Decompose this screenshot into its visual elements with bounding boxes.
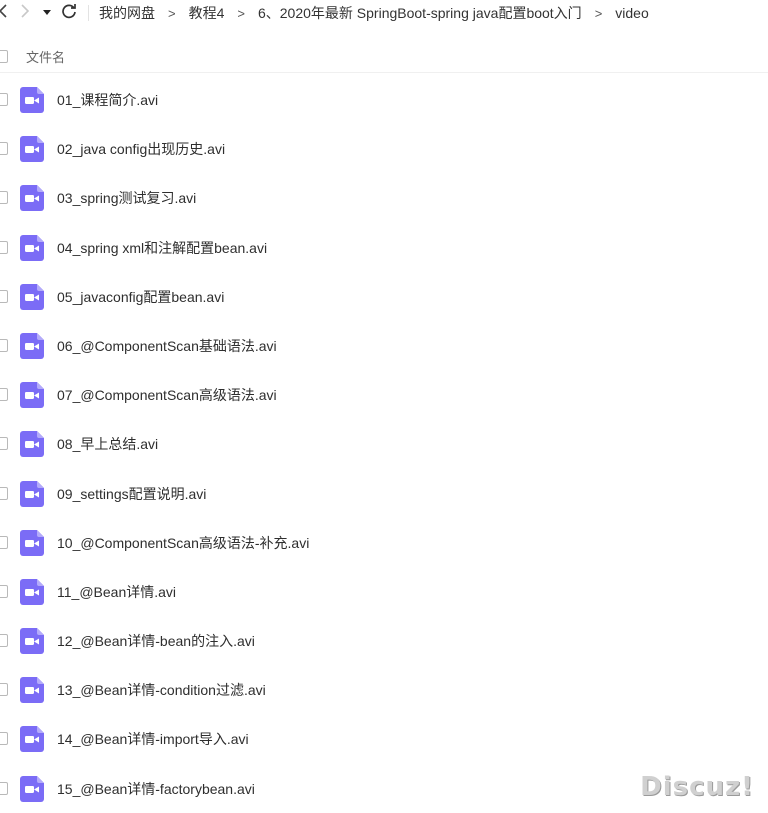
file-row[interactable]: 08_早上总结.avi [0,419,768,468]
video-file-icon [20,332,44,359]
video-file-icon [20,628,44,655]
file-checkbox[interactable] [0,683,8,697]
refresh-button[interactable] [56,0,82,26]
file-name[interactable]: 09_settings配置说明.avi [57,484,206,504]
file-row[interactable]: 13_@Bean详情-condition过滤.avi [0,665,768,714]
video-file-icon [20,726,44,753]
breadcrumb-item-tutorial[interactable]: 教程4 [189,3,225,23]
file-row[interactable]: 01_课程简介.avi [0,75,768,124]
forward-button[interactable] [12,0,38,26]
file-name[interactable]: 15_@Bean详情-factorybean.avi [57,779,255,799]
file-name[interactable]: 13_@Bean详情-condition过滤.avi [57,680,266,700]
file-name[interactable]: 03_spring测试复习.avi [57,188,196,208]
file-checkbox[interactable] [0,781,8,795]
file-row[interactable]: 03_spring测试复习.avi [0,173,768,222]
file-checkbox[interactable] [0,93,8,106]
file-checkbox[interactable] [0,388,8,402]
watermark-logo: Discuz! [640,772,754,802]
file-checkbox[interactable] [0,191,8,205]
video-file-icon [20,775,44,802]
file-name[interactable]: 10_@ComponentScan高级语法-补充.avi [57,533,309,553]
file-checkbox[interactable] [0,240,8,254]
breadcrumb-item-course[interactable]: 6、2020年最新 SpringBoot-spring java配置boot入门 [258,3,582,23]
video-file-icon [20,136,44,163]
video-file-icon [20,185,44,212]
video-file-icon [20,87,44,113]
video-file-icon [20,234,44,261]
select-all-checkbox[interactable] [0,49,8,63]
file-name[interactable]: 05_javaconfig配置bean.avi [57,287,224,307]
video-file-icon [20,431,44,458]
file-checkbox[interactable] [0,535,8,549]
nav-controls [0,0,82,26]
file-row[interactable]: 12_@Bean详情-bean的注入.avi [0,616,768,665]
file-checkbox[interactable] [0,732,8,746]
video-file-icon [20,382,44,409]
breadcrumb: 我的网盘 > 教程4 > 6、2020年最新 SpringBoot-spring… [99,3,649,23]
breadcrumb-separator: > [237,5,245,21]
file-name[interactable]: 07_@ComponentScan高级语法.avi [57,385,277,405]
toolbar-divider [88,5,89,21]
file-row[interactable]: 07_@ComponentScan高级语法.avi [0,370,768,419]
file-checkbox[interactable] [0,584,8,598]
file-checkbox[interactable] [0,634,8,648]
file-list: 01_课程简介.avi 02_java config出现历史.avi 03_spri… [0,75,768,813]
file-row[interactable]: 14_@Bean详情-import导入.avi [0,714,768,763]
file-row[interactable]: 09_settings配置说明.avi [0,469,768,518]
back-button[interactable] [0,0,12,26]
video-file-icon [20,578,44,605]
chevron-left-icon [0,3,8,23]
file-name[interactable]: 08_早上总结.avi [57,434,158,454]
file-name[interactable]: 01_课程简介.avi [57,90,158,110]
file-checkbox[interactable] [0,486,8,500]
video-file-icon [20,529,44,556]
file-checkbox[interactable] [0,289,8,303]
refresh-icon [61,3,77,24]
file-name[interactable]: 14_@Bean详情-import导入.avi [57,729,249,749]
breadcrumb-separator: > [168,5,176,21]
caret-down-icon [43,8,51,19]
file-row[interactable]: 02_java config出现历史.avi [0,124,768,173]
file-name[interactable]: 02_java config出现历史.avi [57,139,225,159]
file-row[interactable]: 10_@ComponentScan高级语法-补充.avi [0,518,768,567]
file-checkbox[interactable] [0,437,8,451]
column-header-name[interactable]: 文件名 [26,47,65,66]
file-row[interactable]: 06_@ComponentScan基础语法.avi [0,321,768,370]
file-name[interactable]: 04_spring xml和注解配置bean.avi [57,238,267,258]
breadcrumb-separator: > [594,5,603,21]
file-list-header: 文件名 [0,40,768,73]
file-name[interactable]: 06_@ComponentScan基础语法.avi [57,336,277,356]
breadcrumb-item-root[interactable]: 我的网盘 [99,3,155,23]
file-row[interactable]: 11_@Bean详情.avi [0,567,768,616]
file-name[interactable]: 11_@Bean详情.avi [57,582,176,602]
file-name[interactable]: 12_@Bean详情-bean的注入.avi [57,631,255,651]
history-dropdown-button[interactable] [38,0,56,26]
file-row[interactable]: 04_spring xml和注解配置bean.avi [0,223,768,272]
video-file-icon [20,480,44,507]
video-file-icon [20,283,44,310]
file-checkbox[interactable] [0,142,8,156]
file-row[interactable]: 05_javaconfig配置bean.avi [0,272,768,321]
file-checkbox[interactable] [0,338,8,352]
breadcrumb-item-current[interactable]: video [615,5,648,21]
video-file-icon [20,677,44,704]
toolbar: 我的网盘 > 教程4 > 6、2020年最新 SpringBoot-spring… [0,0,768,26]
chevron-right-icon [20,3,30,23]
